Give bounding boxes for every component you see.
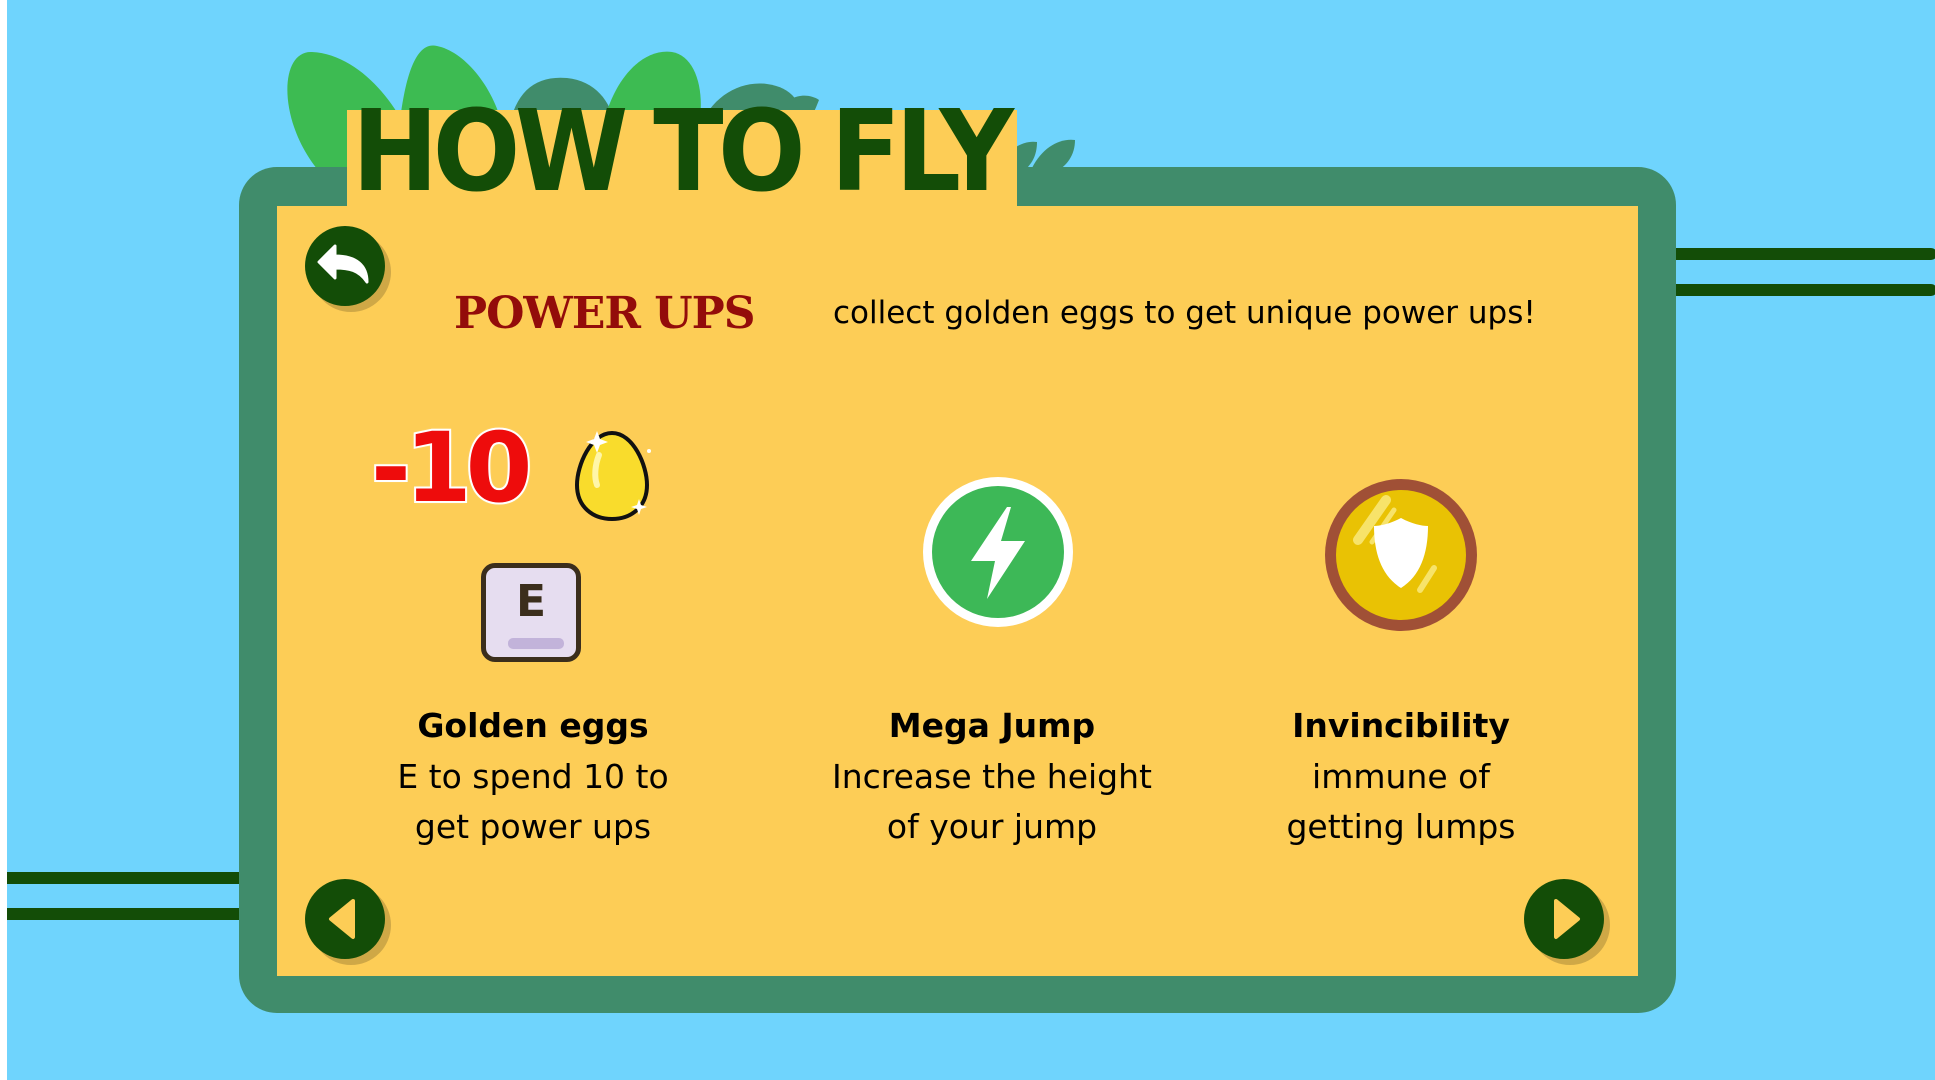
- lightning-icon: [923, 477, 1073, 627]
- page-title: HOW TO FLY: [352, 87, 1014, 217]
- golden-eggs-desc-line1: E to spend 10 to: [397, 757, 669, 796]
- golden-eggs-card: Golden eggs E to spend 10 to get power u…: [323, 700, 743, 852]
- back-button[interactable]: [305, 226, 385, 306]
- invincibility-card: Invincibility immune of getting lumps: [1191, 700, 1611, 852]
- back-arrow-icon: [317, 244, 369, 284]
- e-key-label: E: [515, 576, 547, 627]
- invincibility-desc-line1: immune of: [1312, 757, 1490, 796]
- golden-eggs-title: Golden eggs: [417, 706, 649, 745]
- mega-jump-desc-line2: of your jump: [886, 807, 1098, 846]
- next-page-button[interactable]: [1524, 879, 1604, 959]
- e-key-bar: [508, 638, 564, 649]
- e-key-icon: E: [481, 563, 581, 662]
- mega-jump-card: Mega Jump Increase the height of your ju…: [782, 700, 1202, 852]
- golden-egg-icon: [574, 430, 651, 522]
- invincibility-desc-line2: getting lumps: [1286, 807, 1516, 846]
- mega-jump-desc-line1: Increase the height: [832, 757, 1152, 796]
- next-arrow-icon: [1554, 899, 1580, 939]
- section-heading: POWER UPS: [454, 288, 755, 339]
- section-intro: collect golden eggs to get unique power …: [833, 295, 1536, 331]
- invincibility-title: Invincibility: [1292, 706, 1510, 745]
- previous-arrow-icon: [329, 899, 355, 939]
- previous-page-button[interactable]: [305, 879, 385, 959]
- egg-cost-label: -10: [369, 412, 534, 524]
- shield-icon: [1325, 479, 1477, 631]
- mega-jump-title: Mega Jump: [888, 706, 1096, 745]
- game-scene: HOW TO FLY POWER UPS collect golden eggs…: [7, 0, 1935, 1080]
- golden-eggs-desc-line2: get power ups: [414, 807, 652, 846]
